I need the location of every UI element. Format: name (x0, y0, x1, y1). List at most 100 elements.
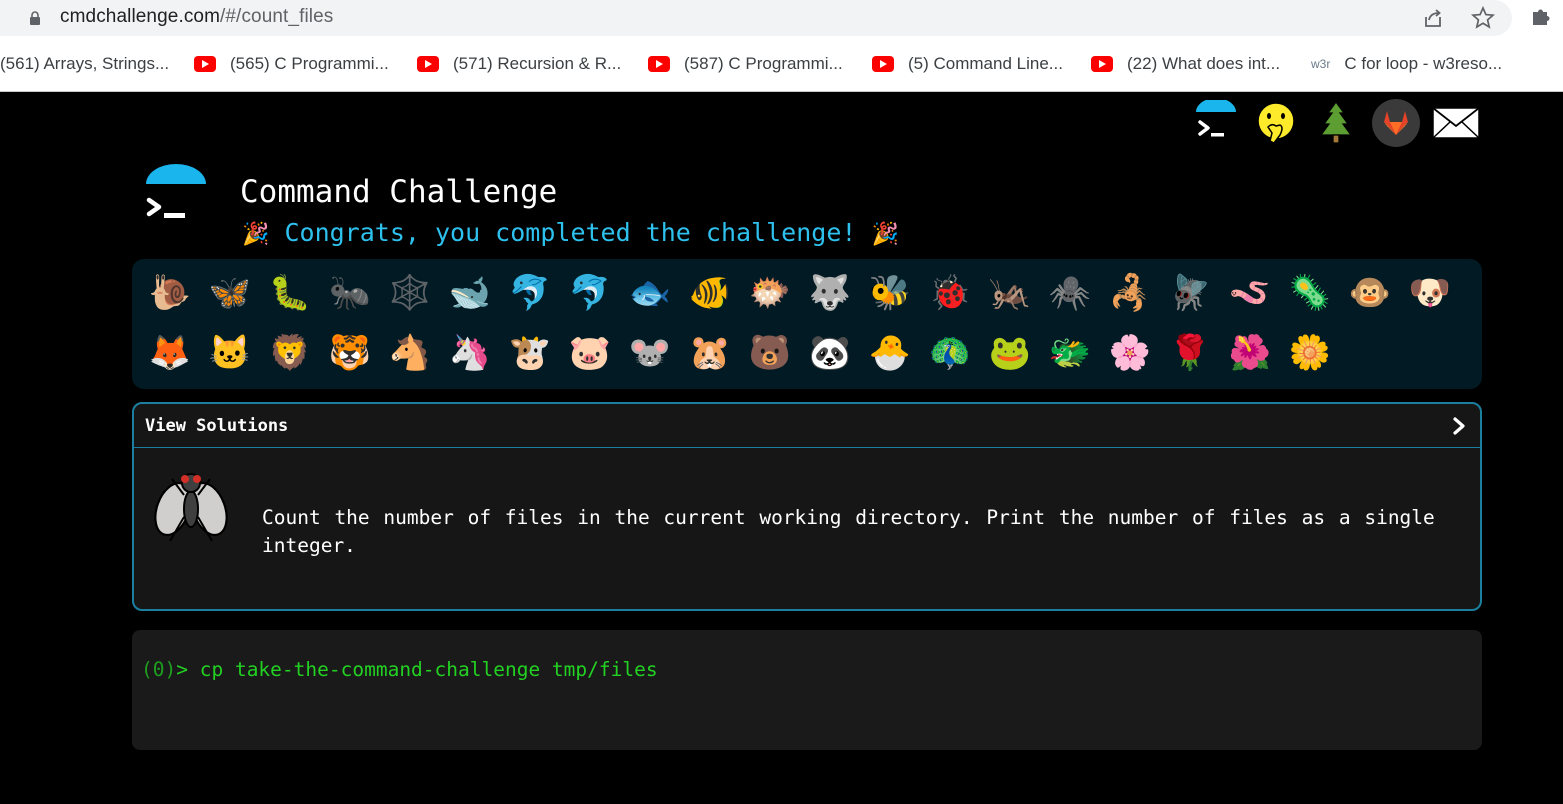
face-with-hand-over-mouth-icon (1257, 102, 1295, 144)
challenge-badge-icon[interactable]: 🐮 (500, 323, 560, 383)
challenge-badge-icon[interactable]: 🐼 (800, 323, 860, 383)
challenge-badge-icon[interactable]: 🌼 (1280, 323, 1340, 383)
terminal-command: cp take-the-command-challenge tmp/files (199, 658, 658, 681)
challenge-badge-icon[interactable]: 🐣 (860, 323, 920, 383)
bookmark-item[interactable]: (5) Command Line... (872, 53, 1063, 75)
exit-status: (0) (141, 658, 177, 681)
solution-panel: View Solutions Count the number of files… (132, 402, 1482, 611)
challenge-badge-icon[interactable]: 🐡 (740, 263, 800, 323)
youtube-icon (648, 56, 670, 72)
view-solutions-header[interactable]: View Solutions (134, 404, 1480, 448)
challenge-badge-icon[interactable]: 🪰 (1160, 263, 1220, 323)
top-icon-bar (1186, 98, 1486, 148)
challenge-badge-icon[interactable]: 🐻 (740, 323, 800, 383)
page: Command Challenge 🎉 Congrats, you comple… (0, 92, 1563, 804)
challenge-badge-icon[interactable]: 🦂 (1100, 263, 1160, 323)
gitlab-link[interactable] (1366, 98, 1426, 148)
url-path: /#/count_files (220, 6, 334, 27)
bookmark-label: (5) Command Line... (908, 54, 1063, 73)
youtube-icon (417, 56, 439, 72)
bookmark-label: C for loop - w3reso... (1344, 54, 1503, 73)
youtube-icon (194, 56, 216, 72)
bookmark-star-icon[interactable] (1470, 5, 1496, 31)
bookmark-item[interactable]: (22) What does int... (1091, 53, 1280, 75)
challenge-badge-icon[interactable]: 🌹 (1160, 323, 1220, 383)
challenge-badge-icon[interactable]: 🐛 (260, 263, 320, 323)
face-link[interactable] (1246, 98, 1306, 148)
fly-icon (154, 473, 228, 542)
challenge-badge-icon[interactable]: 🐴 (380, 323, 440, 383)
challenge-badge-icon[interactable]: 🐬 (500, 263, 560, 323)
challenge-badge-icon[interactable]: 🦗 (980, 263, 1040, 323)
challenge-badge-icon[interactable]: 🐝 (860, 263, 920, 323)
share-icon[interactable] (1420, 5, 1446, 31)
challenge-badge-icon[interactable]: 🐷 (560, 323, 620, 383)
challenge-badge-icon[interactable]: 🦄 (440, 323, 500, 383)
url-text[interactable]: cmdchallenge.com/#/count_files (60, 6, 333, 28)
challenge-badge-icon[interactable]: 🐌 (140, 263, 200, 323)
challenge-badge-icon[interactable]: 🐵 (1340, 263, 1400, 323)
party-popper-icon: 🎉 (871, 222, 899, 247)
challenge-description: Count the number of files in the current… (262, 506, 1435, 557)
view-solutions-label: View Solutions (145, 416, 289, 436)
challenge-badge-icon[interactable]: 🌺 (1220, 323, 1280, 383)
challenge-badge-icon[interactable]: 🦠 (1280, 263, 1340, 323)
challenge-badge-icon[interactable]: 🐸 (980, 323, 1040, 383)
challenge-badge-icon[interactable]: 🐬 (560, 263, 620, 323)
bookmark-item[interactable]: w3r C for loop - w3reso... (1311, 53, 1502, 75)
bookmark-item[interactable]: (565) C Programmi... (194, 53, 389, 75)
terminal[interactable]: (0)> cp take-the-command-challenge tmp/f… (132, 630, 1482, 750)
challenge-badge-icon[interactable]: 🦁 (260, 323, 320, 383)
challenge-badge-icon[interactable]: 🐯 (320, 323, 380, 383)
challenge-badge-icon[interactable]: 🪱 (1220, 263, 1280, 323)
mail-link[interactable] (1426, 98, 1486, 148)
bookmark-label: (565) C Programmi... (230, 54, 389, 73)
mail-icon (1432, 107, 1480, 139)
challenge-badge-icon[interactable]: 🦊 (140, 323, 200, 383)
congrats-message: 🎉 Congrats, you completed the challenge!… (242, 218, 899, 247)
youtube-icon (1091, 56, 1113, 72)
party-popper-icon: 🎉 (242, 222, 270, 247)
challenge-badge-icon[interactable]: 🌸 (1100, 323, 1160, 383)
challenge-badge-icon[interactable]: 🐺 (800, 263, 860, 323)
tree-link[interactable] (1306, 98, 1366, 148)
challenge-badge-icon[interactable]: 🐱 (200, 323, 260, 383)
terminal-logo-link[interactable] (1186, 98, 1246, 148)
prompt-symbol: > (176, 658, 188, 681)
extensions-puzzle-icon[interactable] (1528, 4, 1554, 30)
challenge-badge-icon[interactable]: 🐹 (680, 323, 740, 383)
challenge-badge-icon[interactable]: 🕷️ (1040, 263, 1100, 323)
address-bar[interactable]: cmdchallenge.com/#/count_files (0, 0, 1512, 36)
challenge-badge-icon[interactable]: 🐞 (920, 263, 980, 323)
challenge-badge-icon[interactable]: 🐶 (1400, 263, 1460, 323)
youtube-icon (872, 56, 894, 72)
lock-icon (30, 11, 40, 25)
challenge-badge-icon[interactable]: 🕸️ (380, 263, 440, 323)
congrats-text: Congrats, you completed the challenge! (284, 218, 857, 247)
challenge-badge-icon[interactable]: 🐲 (1040, 323, 1100, 383)
site-logo-icon (146, 164, 206, 218)
challenge-badge-icon[interactable]: 🦚 (920, 323, 980, 383)
animal-emoji-grid: 🐌 🦋 🐛 🐜 🕸️ 🐋 🐬 🐬 🐟 🐠 🐡 🐺 🐝 🐞 🦗 🕷️ 🦂 🪰 🪱 🦠 🐵 🐶 🦊 🐱 🦁 🐯 🐴 🦄 🐮 🐷 🐭 🐹 🐻 🐼 🐣 🦚 🐸 🐲… (140, 263, 1480, 383)
challenge-badge-icon[interactable]: 🐟 (620, 263, 680, 323)
challenge-badge-icon[interactable]: 🐜 (320, 263, 380, 323)
bookmarks-bar: (561) Arrays, Strings... (565) C Program… (0, 44, 1563, 82)
url-host: cmdchallenge.com (60, 6, 221, 27)
challenge-badge-icon[interactable]: 🐭 (620, 323, 680, 383)
chevron-right-icon[interactable] (1452, 416, 1466, 436)
bookmark-label: (22) What does int... (1127, 54, 1281, 73)
terminal-logo-icon (1196, 100, 1236, 137)
w3r-icon: w3r (1311, 57, 1331, 71)
bookmark-label: (561) Arrays, Strings... (0, 54, 170, 73)
challenge-badge-icon[interactable]: 🦋 (200, 263, 260, 323)
terminal-line[interactable]: (0)> cp take-the-command-challenge tmp/f… (141, 658, 658, 681)
bookmark-label: (571) Recursion & R... (453, 54, 622, 73)
challenge-badge-icon[interactable]: 🐋 (440, 263, 500, 323)
browser-chrome: cmdchallenge.com/#/count_files (561) Arr… (0, 0, 1563, 92)
bookmark-item[interactable]: (587) C Programmi... (648, 53, 843, 75)
bookmark-item[interactable]: (561) Arrays, Strings... (0, 53, 169, 75)
challenge-badge-icon[interactable]: 🐠 (680, 263, 740, 323)
bookmark-item[interactable]: (571) Recursion & R... (417, 53, 621, 75)
site-title: Command Challenge (240, 174, 558, 210)
gitlab-icon (1372, 99, 1420, 147)
